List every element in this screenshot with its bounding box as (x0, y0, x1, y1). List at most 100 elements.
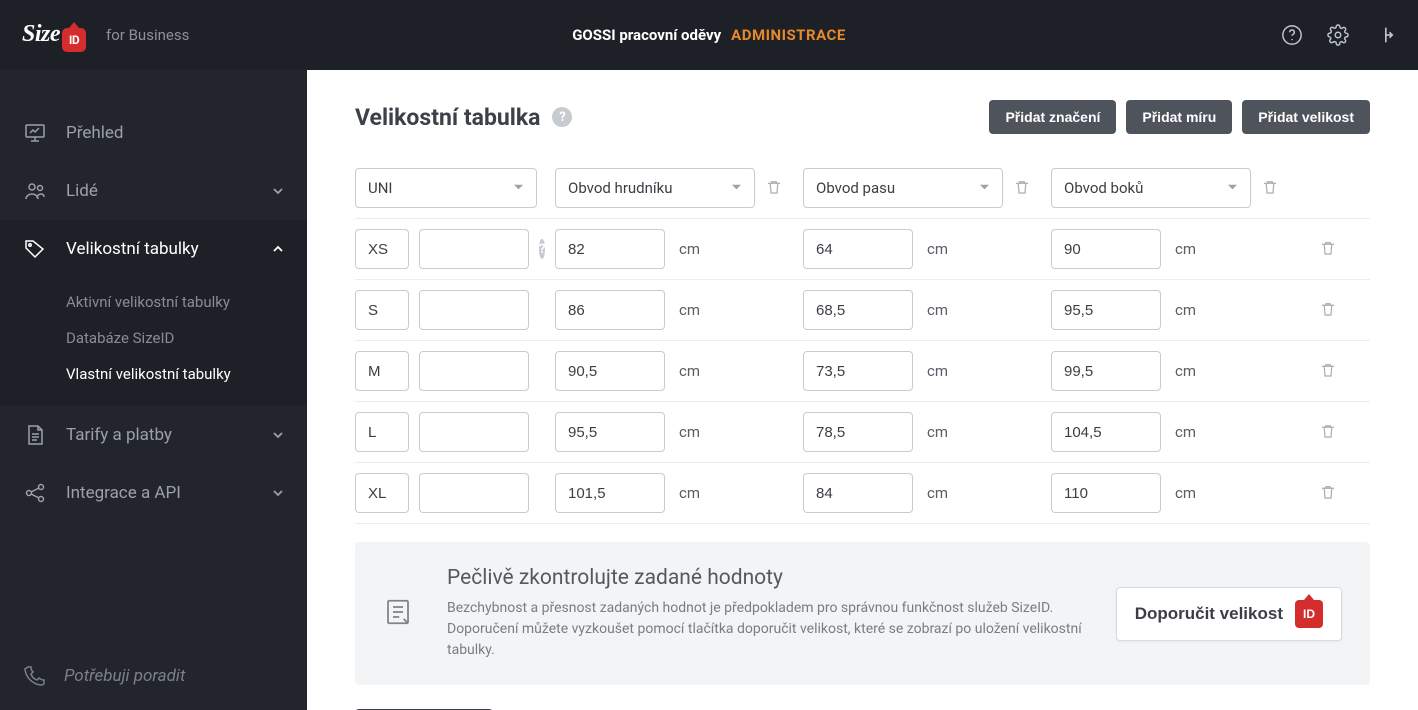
size-row: cm cm cm (355, 402, 1370, 463)
settings-icon[interactable] (1326, 23, 1350, 47)
delete-row-icon[interactable] (1319, 422, 1339, 442)
measure-input[interactable] (803, 412, 913, 452)
info-line: Bezchybnost a přesnost zadaných hodnot j… (447, 598, 1086, 619)
unit-label: cm (679, 423, 700, 441)
measure-input[interactable] (803, 229, 913, 269)
unit-label: cm (927, 423, 948, 441)
chevron-down-icon (1227, 179, 1238, 197)
unit-label: cm (927, 240, 948, 258)
sidebar-subitem-active-tables[interactable]: Aktivní velikostní tabulky (0, 284, 307, 320)
sidebar-label: Velikostní tabulky (66, 239, 199, 259)
measure-input[interactable] (555, 351, 665, 391)
sidebar-submenu-size-tables: Aktivní velikostní tabulky Databáze Size… (0, 278, 307, 406)
sidebar-label: Tarify a platby (66, 425, 172, 445)
sidebar-subitem-database[interactable]: Databáze SizeID (0, 320, 307, 356)
admin-label: ADMINISTRACE (731, 26, 846, 44)
measure-select-2[interactable]: Obvod boků (1051, 168, 1251, 208)
measure-input[interactable] (555, 290, 665, 330)
measure-select-1[interactable]: Obvod pasu (803, 168, 1003, 208)
help-icon[interactable] (1280, 23, 1304, 47)
info-line: Doporučení můžete vyzkoušet pomocí tlačí… (447, 619, 1086, 661)
chevron-down-icon (271, 428, 285, 442)
size-label-input[interactable] (355, 351, 409, 391)
unit-label: cm (927, 362, 948, 380)
tag-icon (22, 236, 48, 262)
info-box: Pečlivě zkontrolujte zadané hodnoty Bezc… (355, 542, 1370, 685)
size-row: cmcmcm (355, 463, 1370, 524)
measure-input[interactable] (555, 473, 665, 513)
size-alt-input[interactable] (419, 351, 529, 391)
unit-label: cm (1175, 301, 1196, 319)
unit-label: cm (679, 484, 700, 502)
sidebar-item-size-tables[interactable]: Velikostní tabulky (0, 220, 307, 278)
measure-input[interactable] (803, 351, 913, 391)
logout-icon[interactable] (1372, 23, 1396, 47)
add-measure-button[interactable]: Přidat míru (1126, 100, 1232, 134)
logo-size-text: Size (22, 21, 60, 48)
delete-row-icon[interactable] (1319, 239, 1339, 259)
header-actions: Přidat značení Přidat míru Přidat veliko… (989, 100, 1370, 134)
main-content: Velikostní tabulka ? Přidat značení Přid… (307, 70, 1418, 710)
delete-measure-icon[interactable] (765, 178, 785, 198)
delete-row-icon[interactable] (1319, 483, 1339, 503)
sidebar-item-integrations[interactable]: Integrace a API (0, 464, 307, 522)
info-title: Pečlivě zkontrolujte zadané hodnoty (447, 566, 1086, 590)
chevron-down-icon (979, 179, 990, 197)
unit-label: cm (679, 362, 700, 380)
size-label-input[interactable] (355, 412, 409, 452)
sidebar-item-tariffs[interactable]: Tarify a platby (0, 406, 307, 464)
delete-row-icon[interactable] (1319, 361, 1339, 381)
size-label-input[interactable] (355, 229, 409, 269)
recommend-size-button[interactable]: Doporučit velikost ID (1116, 587, 1342, 641)
recommend-label: Doporučit velikost (1135, 604, 1283, 624)
chevron-down-icon (271, 184, 285, 198)
help-icon[interactable]: ? (539, 239, 545, 259)
size-alt-input[interactable] (419, 229, 529, 269)
share-icon (22, 480, 48, 506)
sidebar-need-help[interactable]: Potřebuji poradit (0, 642, 307, 710)
sidebar-item-overview[interactable]: Přehled (0, 104, 307, 162)
measure-input[interactable] (1051, 351, 1161, 391)
unit-label: cm (1175, 423, 1196, 441)
measure-input[interactable] (555, 412, 665, 452)
measure-input[interactable] (803, 473, 913, 513)
marking-select[interactable]: UNI (355, 168, 537, 208)
size-alt-input[interactable] (419, 290, 529, 330)
delete-measure-icon[interactable] (1013, 178, 1033, 198)
size-table-grid: UNI Obvod hrudníku Obvod pasu (355, 168, 1370, 524)
measure-input[interactable] (1051, 290, 1161, 330)
measure-select-0[interactable]: Obvod hrudníku (555, 168, 755, 208)
help-icon[interactable]: ? (552, 107, 572, 127)
sidebar-label: Přehled (66, 123, 123, 143)
size-label-input[interactable] (355, 473, 409, 513)
unit-label: cm (679, 301, 700, 319)
logo[interactable]: Size ID for Business (22, 21, 189, 49)
grid-header-row: UNI Obvod hrudníku Obvod pasu (355, 168, 1370, 219)
measure-input[interactable] (1051, 473, 1161, 513)
document-icon (22, 422, 48, 448)
chevron-down-icon (731, 179, 742, 197)
measure-input[interactable] (555, 229, 665, 269)
delete-row-icon[interactable] (1319, 300, 1339, 320)
size-alt-input[interactable] (419, 412, 529, 452)
chevron-up-icon (271, 242, 285, 256)
select-value: Obvod boků (1064, 179, 1143, 197)
measure-input[interactable] (803, 290, 913, 330)
size-alt-input[interactable] (419, 473, 529, 513)
sidebar-item-people[interactable]: Lidé (0, 162, 307, 220)
select-value: Obvod pasu (816, 179, 895, 197)
delete-measure-icon[interactable] (1261, 178, 1281, 198)
sidebar-label: Integrace a API (66, 483, 181, 503)
chevron-down-icon (271, 486, 285, 500)
measure-input[interactable] (1051, 229, 1161, 269)
topbar-title: GOSSI pracovní oděvy ADMINISTRACE (572, 26, 846, 44)
add-size-button[interactable]: Přidat velikost (1242, 100, 1370, 134)
unit-label: cm (927, 301, 948, 319)
unit-label: cm (1175, 362, 1196, 380)
select-value: Obvod hrudníku (568, 179, 673, 197)
add-marking-button[interactable]: Přidat značení (989, 100, 1116, 134)
measure-input[interactable] (1051, 412, 1161, 452)
sidebar-subitem-custom-tables[interactable]: Vlastní velikostní tabulky (0, 356, 307, 392)
size-label-input[interactable] (355, 290, 409, 330)
unit-label: cm (679, 240, 700, 258)
